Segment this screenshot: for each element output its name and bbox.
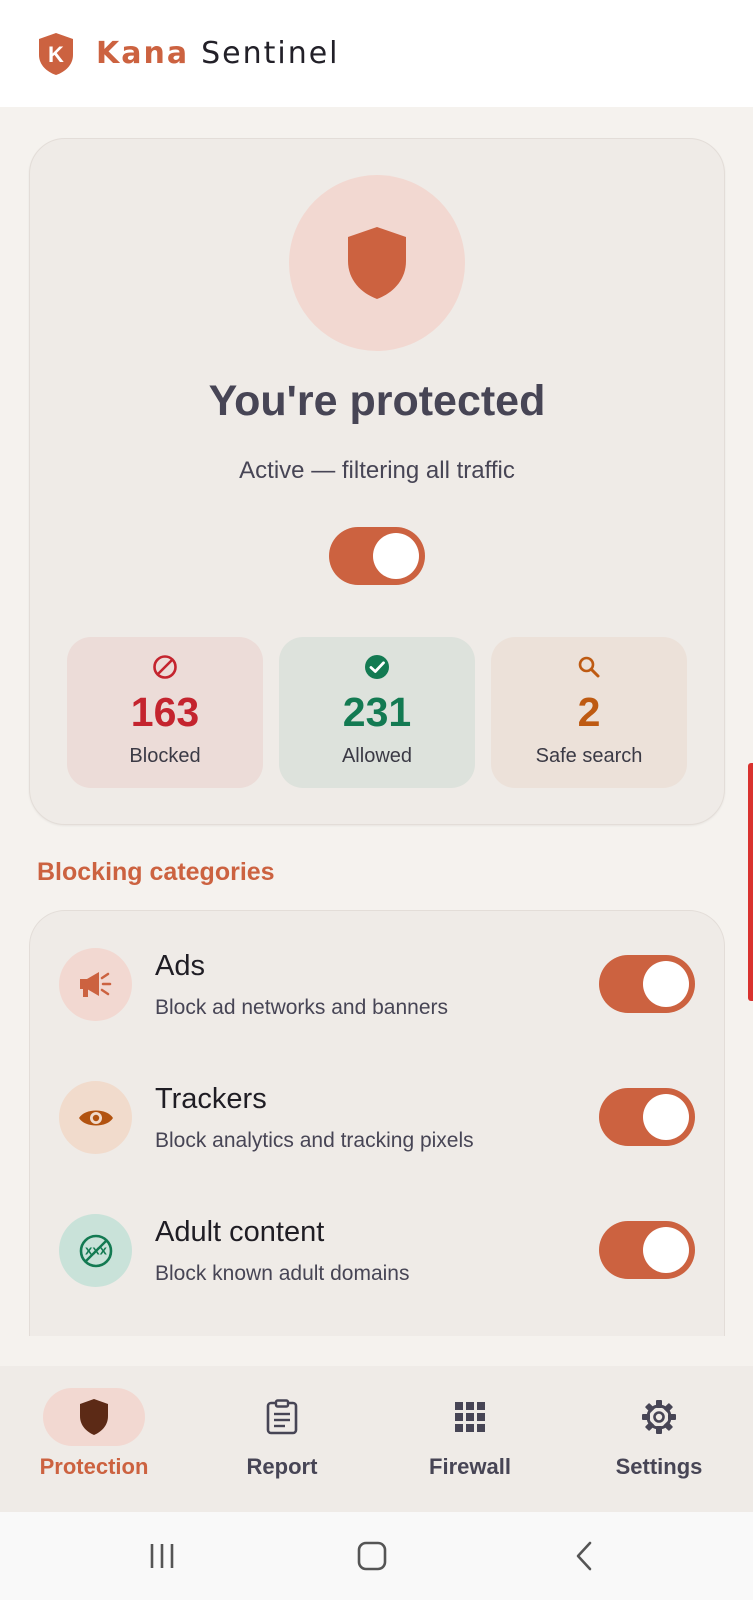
- recent-apps-icon: [150, 1544, 174, 1568]
- blocking-categories-card: Ads Block ad networks and banners Tracke…: [29, 910, 725, 1336]
- category-item-adult-content[interactable]: XXX Adult content Block known adult doma…: [30, 1200, 724, 1300]
- search-icon: [578, 656, 600, 678]
- clipboard-icon: [266, 1399, 298, 1435]
- nav-item-firewall[interactable]: Firewall: [376, 1366, 564, 1512]
- trackers-toggle[interactable]: [599, 1088, 695, 1146]
- category-item-ads[interactable]: Ads Block ad networks and banners: [30, 934, 724, 1034]
- nav-item-settings[interactable]: Settings: [565, 1366, 753, 1512]
- blocked-stat-card[interactable]: 163 Blocked: [67, 637, 263, 788]
- gear-icon: [642, 1400, 676, 1434]
- section-header-blocking-categories: Blocking categories: [37, 858, 275, 886]
- allowed-label: Allowed: [341, 745, 413, 767]
- toggle-knob: [373, 533, 419, 579]
- eye-icon: [78, 1110, 113, 1125]
- category-icon-badge: [59, 1081, 132, 1154]
- blocked-label: Blocked: [129, 745, 201, 767]
- safe-search-count: 2: [577, 689, 601, 735]
- category-description: Block ad networks and banners: [155, 996, 449, 1019]
- toggle-knob: [643, 1094, 689, 1140]
- safe-search-stat-card[interactable]: 2 Safe search: [491, 637, 687, 788]
- back-button[interactable]: [564, 1536, 604, 1576]
- adult-icon-text: XXX: [85, 1246, 108, 1257]
- toggle-knob: [643, 961, 689, 1007]
- toggle-knob: [643, 1227, 689, 1273]
- status-title: You're protected: [208, 377, 546, 425]
- home-button[interactable]: [352, 1536, 392, 1576]
- nav-icon-container: [419, 1388, 521, 1446]
- megaphone-icon: [79, 971, 111, 997]
- adult-content-toggle[interactable]: [599, 1221, 695, 1279]
- blocked-icon: [153, 655, 177, 679]
- nav-item-report[interactable]: Report: [188, 1366, 376, 1512]
- adult-content-icon: XXX: [79, 1234, 112, 1267]
- safe-search-label: Safe search: [535, 745, 643, 767]
- category-title: Trackers: [155, 1083, 267, 1115]
- nav-label: Report: [246, 1454, 318, 1479]
- back-icon: [576, 1541, 592, 1571]
- kana-logo-icon: K: [39, 32, 73, 75]
- brand-name-part1: Kana: [96, 36, 190, 71]
- nav-label: Settings: [615, 1454, 703, 1479]
- grid-icon: [455, 1402, 485, 1432]
- brand-name-part2: Sentinel: [201, 36, 340, 71]
- allowed-stat-card[interactable]: 231 Allowed: [279, 637, 475, 788]
- nav-label: Protection: [39, 1454, 149, 1479]
- home-icon: [357, 1541, 387, 1571]
- nav-icon-container: [608, 1388, 710, 1446]
- nav-label: Firewall: [429, 1454, 511, 1479]
- category-icon-badge: XXX: [59, 1214, 132, 1287]
- logo-letter: K: [48, 42, 64, 67]
- protection-status-card: You're protected Active — filtering all …: [29, 138, 725, 825]
- shield-icon: [348, 227, 406, 299]
- app-bar: K Kana Sentinel: [0, 0, 753, 107]
- status-shield-badge: [289, 175, 465, 351]
- category-description: Block known adult domains: [155, 1262, 410, 1285]
- bottom-navigation: Protection Report Firewall Settings: [0, 1366, 753, 1512]
- nav-active-indicator: [43, 1388, 145, 1446]
- system-navigation-bar: [0, 1512, 753, 1600]
- check-circle-icon: [365, 655, 389, 679]
- category-item-trackers[interactable]: Trackers Block analytics and tracking pi…: [30, 1067, 724, 1167]
- ads-toggle[interactable]: [599, 955, 695, 1013]
- nav-item-protection[interactable]: Protection: [0, 1366, 188, 1512]
- category-title: Adult content: [155, 1216, 325, 1248]
- category-title: Ads: [155, 950, 205, 982]
- recent-apps-button[interactable]: [142, 1536, 182, 1576]
- category-icon-badge: [59, 948, 132, 1021]
- shield-icon: [80, 1399, 108, 1435]
- blocked-count: 163: [130, 689, 200, 735]
- protection-toggle[interactable]: [329, 527, 425, 585]
- status-subtitle: Active — filtering all traffic: [239, 457, 515, 484]
- app-title: Kana Sentinel: [96, 36, 340, 71]
- edge-panel-handle[interactable]: [748, 763, 753, 1001]
- nav-icon-container: [231, 1388, 333, 1446]
- category-description: Block analytics and tracking pixels: [155, 1129, 474, 1152]
- allowed-count: 231: [342, 689, 412, 735]
